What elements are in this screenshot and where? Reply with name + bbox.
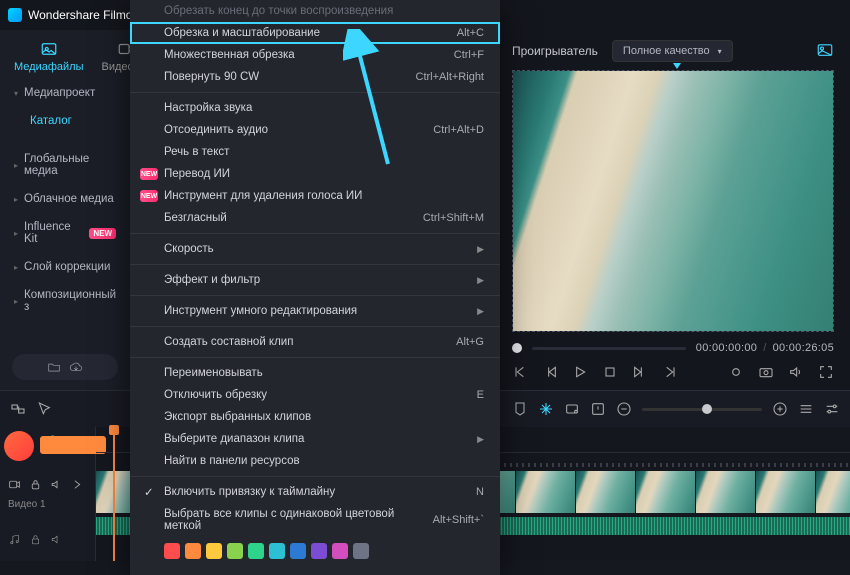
zoom-out-icon[interactable]	[616, 401, 632, 417]
next-icon[interactable]	[71, 478, 84, 491]
color-swatch[interactable]	[206, 543, 222, 559]
alert-icon[interactable]	[590, 401, 606, 417]
sidebar-cloud[interactable]: ▸Облачное медиа	[0, 185, 130, 213]
ctx-effect-filter[interactable]: Эффект и фильтр▶	[130, 269, 500, 291]
snapshot-icon[interactable]	[816, 41, 834, 62]
ctx-export-selected[interactable]: Экспорт выбранных клипов	[130, 406, 500, 428]
context-menu: Обрезать конец до точки воспроизведения …	[130, 0, 500, 575]
sidebar-correction[interactable]: ▸Слой коррекции	[0, 253, 130, 281]
marker-icon[interactable]	[512, 401, 528, 417]
preview-viewport[interactable]	[512, 70, 834, 332]
ctx-trim-playback[interactable]: Обрезать конец до точки воспроизведения	[130, 0, 500, 22]
stop-icon[interactable]	[602, 364, 618, 380]
progress-knob[interactable]	[512, 343, 522, 353]
sidebar-influence[interactable]: ▸Influence Kit NEW	[0, 213, 130, 253]
clip-thumb[interactable]	[756, 471, 816, 513]
color-swatch[interactable]	[353, 543, 369, 559]
ctx-disable-crop[interactable]: Отключить обрезкуE	[130, 384, 500, 406]
play-icon[interactable]	[572, 364, 588, 380]
ctx-multi-trim[interactable]: Множественная обрезкаCtrl+F	[130, 44, 500, 66]
clip-thumb[interactable]	[816, 471, 850, 513]
preview-panel: Проигрыватель Полное качество▾ 00:00:00:…	[500, 30, 850, 390]
ctx-speech-to-text[interactable]: Речь в текст	[130, 141, 500, 163]
step-fwd-icon[interactable]	[632, 364, 648, 380]
folder-icon[interactable]	[47, 360, 61, 374]
ctx-audio-adjust[interactable]: Настройка звука	[130, 97, 500, 119]
lock2-icon[interactable]	[29, 533, 42, 546]
player-label: Проигрыватель	[512, 44, 598, 58]
ctx-speed[interactable]: Скорость▶	[130, 238, 500, 260]
settings-icon[interactable]	[824, 401, 840, 417]
camera-icon[interactable]	[758, 364, 774, 380]
clip-thumb[interactable]	[636, 471, 696, 513]
ctx-rotate[interactable]: Повернуть 90 CWCtrl+Alt+Right	[130, 66, 500, 88]
clip-thumb[interactable]	[516, 471, 576, 513]
preview-marker	[673, 63, 681, 69]
time-total: 00:00:26:05	[773, 342, 834, 354]
clip-thumb[interactable]	[576, 471, 636, 513]
ctx-snap-timeline[interactable]: ✓Включить привязку к таймлайнуN	[130, 481, 500, 503]
time-current: 00:00:00:00	[696, 342, 757, 354]
fullscreen-icon[interactable]	[818, 364, 834, 380]
prev-edit-icon[interactable]	[512, 364, 528, 380]
lock-icon[interactable]	[29, 478, 42, 491]
color-swatch[interactable]	[332, 543, 348, 559]
mark-in-icon[interactable]	[728, 364, 744, 380]
sidebar-catalog[interactable]: Каталог	[0, 107, 130, 135]
ctx-select-same-color[interactable]: Выбрать все клипы с одинаковой цветовой …	[130, 503, 500, 537]
ctx-detach-audio[interactable]: Отсоединить аудиоCtrl+Alt+D	[130, 119, 500, 141]
clip-thumbnail-circle[interactable]	[4, 431, 34, 461]
tab-media[interactable]: Медиафайлы	[14, 40, 83, 73]
cloud-download-icon[interactable]	[69, 360, 83, 374]
audio-track-header[interactable]	[0, 526, 95, 552]
player-controls	[512, 360, 834, 384]
sidebar-comp[interactable]: ▸Композиционный з	[0, 281, 130, 321]
ctx-crop-zoom[interactable]: Обрезка и масштабированиеAlt+C	[130, 22, 500, 44]
playhead[interactable]	[113, 427, 115, 561]
crop-tool-icon[interactable]	[564, 401, 580, 417]
sidebar-mediaproject[interactable]: ▾Медиапроект	[0, 79, 130, 107]
color-swatch[interactable]	[311, 543, 327, 559]
list-icon[interactable]	[798, 401, 814, 417]
color-swatch[interactable]	[185, 543, 201, 559]
ctx-ai-translate[interactable]: NEWПеревод ИИ	[130, 163, 500, 185]
zoom-slider[interactable]	[642, 408, 762, 411]
step-back-icon[interactable]	[542, 364, 558, 380]
ctx-mute[interactable]: БезгласныйCtrl+Shift+M	[130, 207, 500, 229]
ctx-smart-edit[interactable]: Инструмент умного редактирования▶	[130, 300, 500, 322]
color-swatch[interactable]	[227, 543, 243, 559]
ctx-compound-clip[interactable]: Создать составной клипAlt+G	[130, 331, 500, 353]
sound2-icon[interactable]	[50, 533, 63, 546]
ctx-select-range[interactable]: Выберите диапазон клипа▶	[130, 428, 500, 450]
spark-icon[interactable]	[538, 401, 554, 417]
music-icon	[8, 533, 21, 546]
cursor-icon[interactable]	[36, 401, 52, 417]
proxy-icon[interactable]	[10, 401, 26, 417]
color-swatch[interactable]	[248, 543, 264, 559]
app-brand: Wondershare Filmora	[28, 8, 143, 22]
preview-frame	[513, 71, 833, 331]
ctx-rename[interactable]: Переименовывать	[130, 362, 500, 384]
sidebar-bottom-tools[interactable]	[12, 354, 118, 380]
next-edit-icon[interactable]	[662, 364, 678, 380]
video-track-icon	[8, 478, 21, 491]
sidebar-global[interactable]: ▸Глобальные медиа	[0, 145, 130, 185]
color-swatch[interactable]	[269, 543, 285, 559]
zoom-in-icon[interactable]	[772, 401, 788, 417]
ctx-color-labels	[130, 537, 500, 567]
video-track-label: Видео 1	[0, 499, 95, 510]
volume-icon[interactable]	[788, 364, 804, 380]
color-swatch[interactable]	[290, 543, 306, 559]
app-logo	[8, 8, 22, 22]
color-swatch[interactable]	[164, 543, 180, 559]
ctx-ai-voice-remover[interactable]: NEWИнструмент для удаления голоса ИИ	[130, 185, 500, 207]
video-track-header[interactable]	[0, 469, 95, 499]
sidebar: Медиафайлы Видеосто ▾Медиапроект Каталог…	[0, 30, 130, 390]
sound-icon[interactable]	[50, 478, 63, 491]
progress-track[interactable]	[532, 347, 686, 350]
ctx-find-in-resources[interactable]: Найти в панели ресурсов	[130, 450, 500, 472]
clip-thumb[interactable]	[696, 471, 756, 513]
quality-select[interactable]: Полное качество▾	[612, 40, 733, 62]
